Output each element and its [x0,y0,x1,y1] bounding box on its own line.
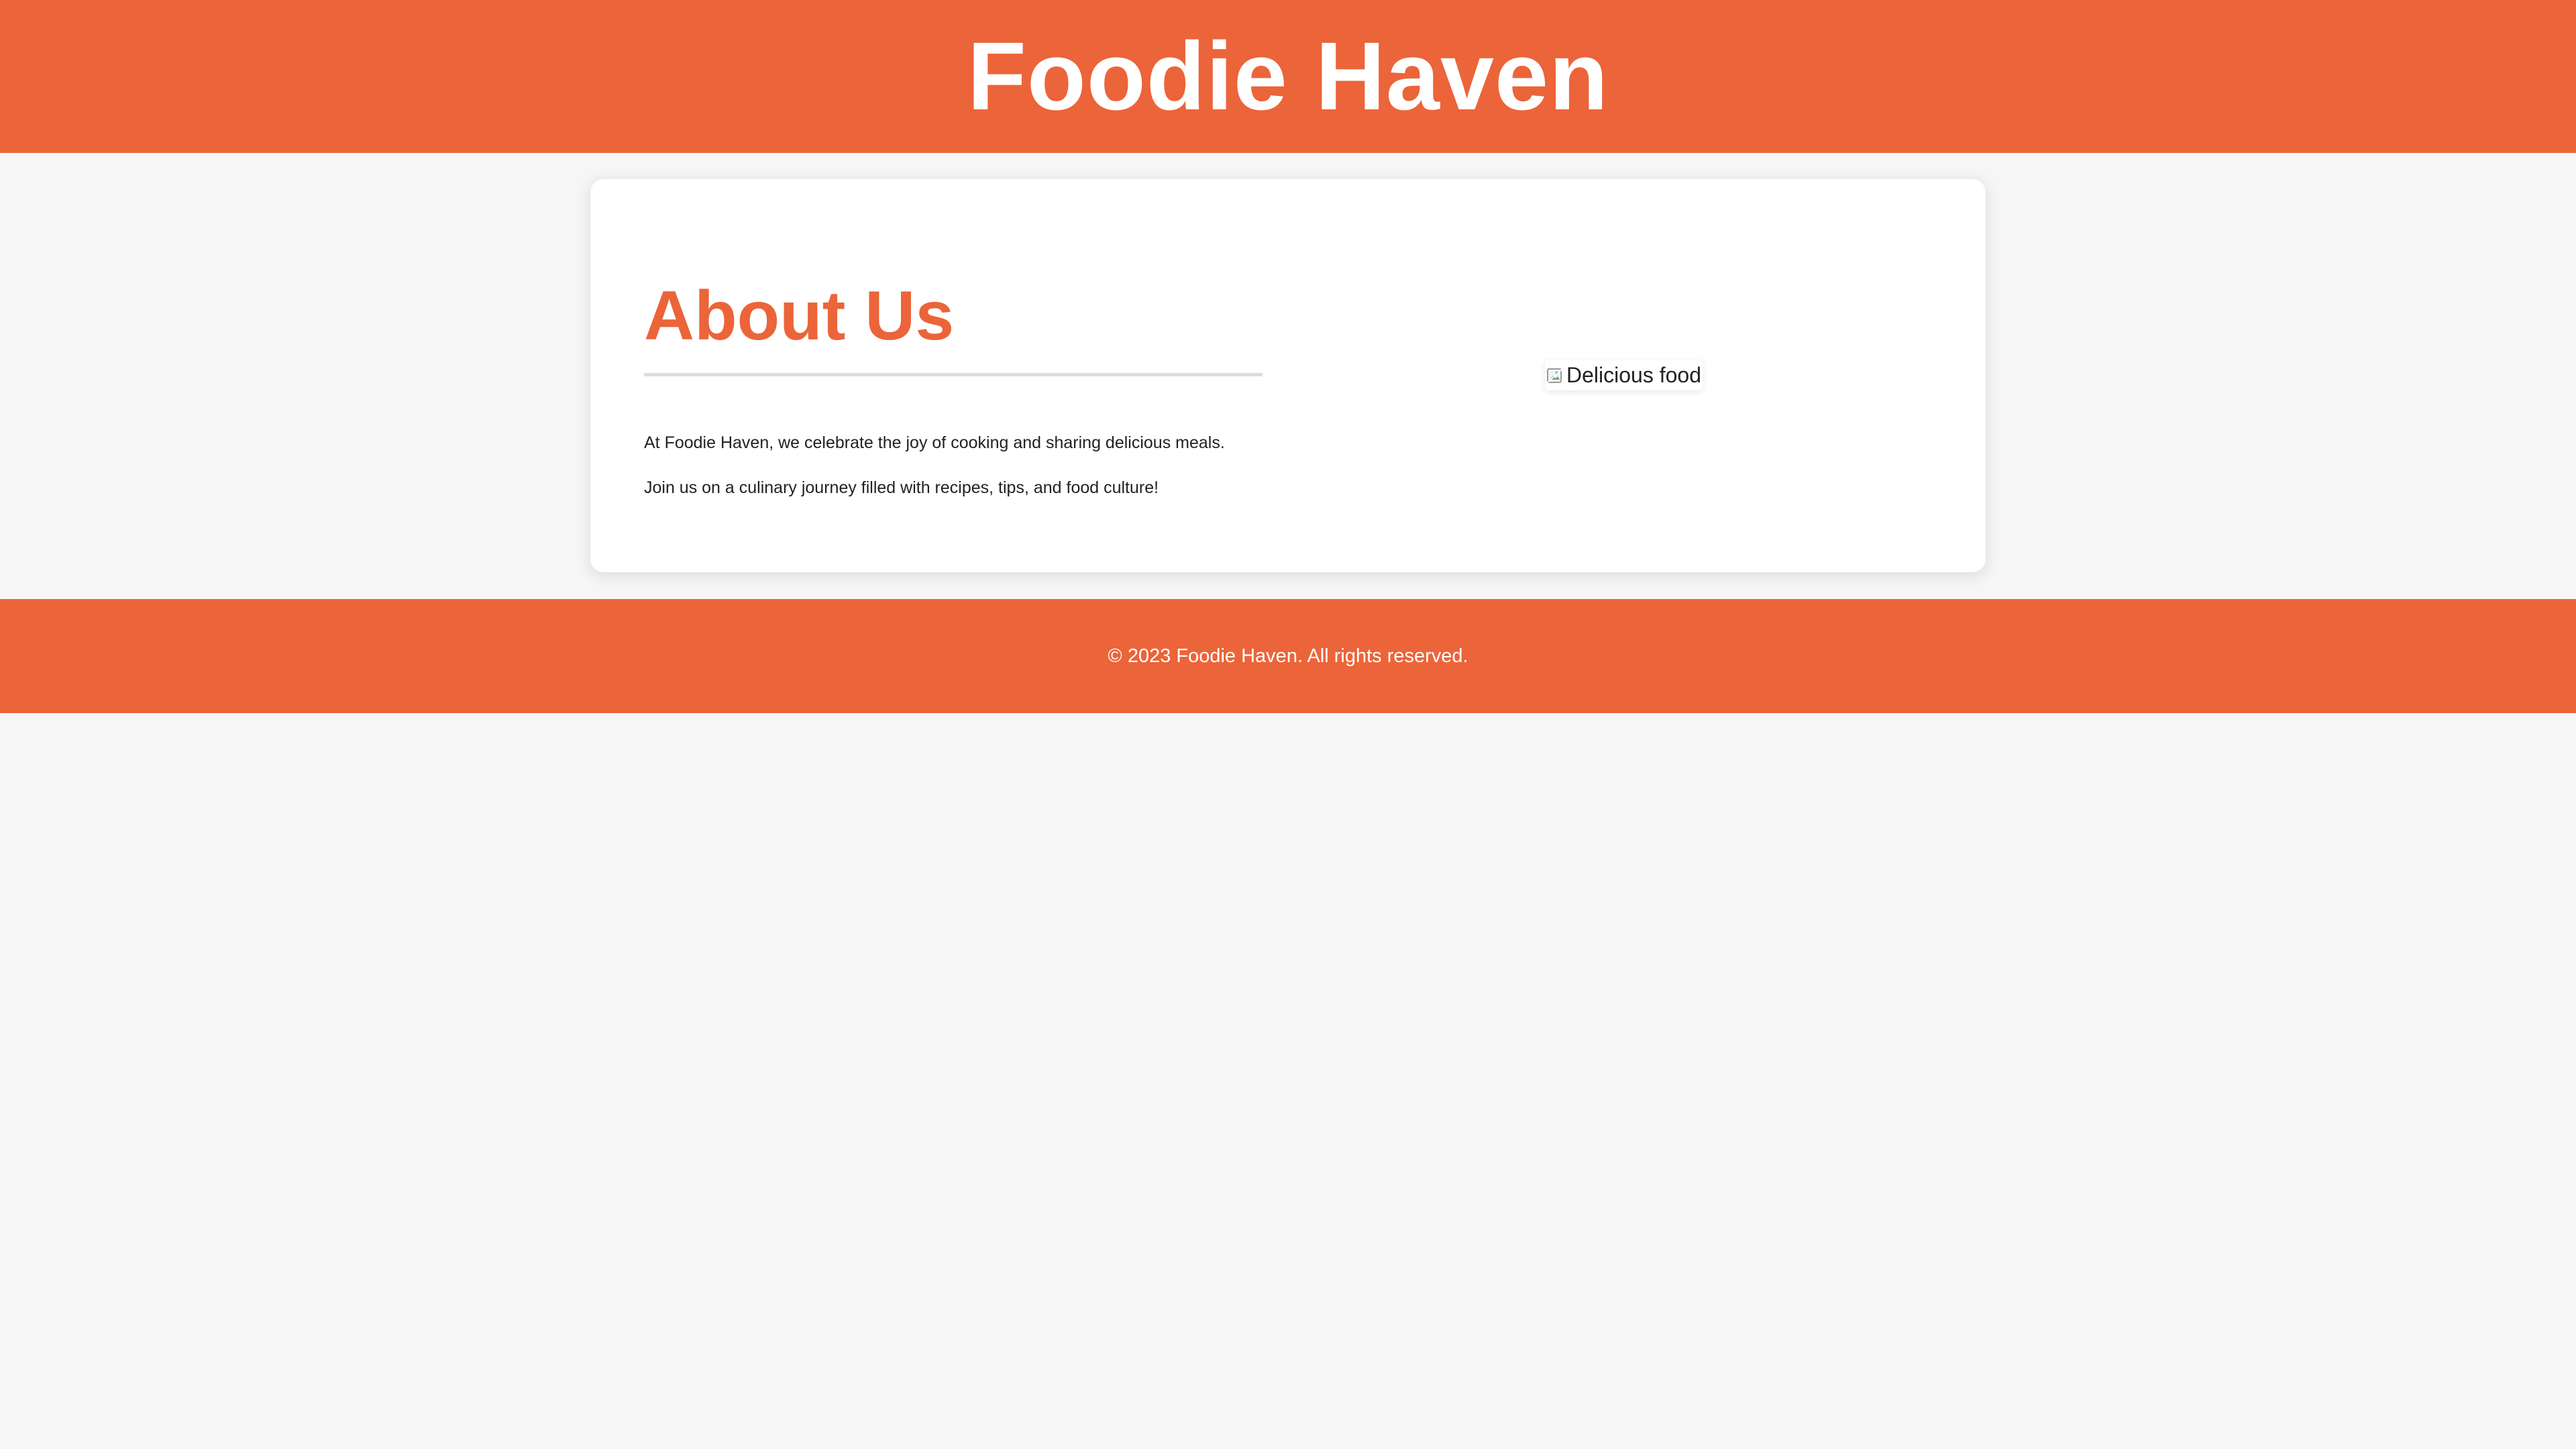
food-image: Delicious food [1545,360,1703,390]
about-paragraph-1: At Foodie Haven, we celebrate the joy of… [644,433,1225,452]
site-header: Foodie Haven [0,0,2576,153]
footer-copyright: © 2023 Foodie Haven. All rights reserved… [1108,645,1468,667]
site-title: Foodie Haven [967,22,1609,130]
about-heading: About Us [644,277,955,355]
broken-image-icon [1546,366,1564,385]
food-image-alt-text: Delicious food [1566,363,1701,387]
site-footer: © 2023 Foodie Haven. All rights reserved… [0,599,2576,713]
heading-divider [644,373,1263,376]
about-card: About Us At Foodie Haven, we celebrate t… [590,179,1986,572]
about-paragraph-2: Join us on a culinary journey filled wit… [644,478,1159,497]
